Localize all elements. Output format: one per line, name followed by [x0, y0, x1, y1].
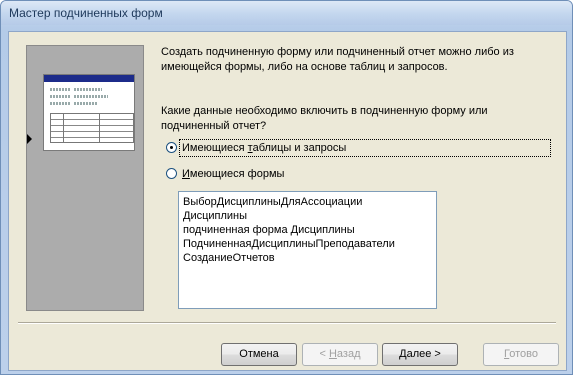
- window-title: Мастер подчиненных форм: [9, 6, 163, 20]
- forms-listbox[interactable]: ВыборДисциплиныДляАссоциации Дисциплины …: [178, 191, 437, 309]
- intro-text-1: Создать подчиненную форму или подчиненны…: [161, 46, 514, 58]
- list-item[interactable]: ПодчиненнаяДисциплиныПреподаватели: [183, 237, 395, 251]
- pointer-arrow-icon: [27, 134, 32, 144]
- wizard-client-area: Создать подчиненную форму или подчиненны…: [8, 31, 567, 371]
- subform-preview-thumbnail: [43, 74, 135, 151]
- separator-line: [18, 322, 556, 324]
- list-item[interactable]: Дисциплины: [183, 209, 247, 223]
- radio-existing-forms[interactable]: [166, 168, 177, 179]
- option-tables-queries-label[interactable]: Имеющиеся таблицы и запросы: [182, 141, 346, 156]
- list-item[interactable]: ВыборДисциплиныДляАссоциации: [183, 195, 362, 209]
- question-text-1: Какие данные необходимо включить в подчи…: [161, 105, 488, 117]
- question-text-2: подчиненный отчет?: [161, 120, 267, 132]
- cancel-button[interactable]: Отмена: [221, 343, 297, 366]
- finish-button[interactable]: Готово: [483, 343, 559, 366]
- list-item[interactable]: подчиненная форма Дисциплины: [183, 223, 355, 237]
- option-existing-forms-label[interactable]: Имеющиеся формы: [182, 167, 284, 182]
- title-bar[interactable]: Мастер подчиненных форм: [1, 1, 572, 25]
- preview-panel: [26, 45, 144, 311]
- wizard-window: Мастер подчиненных форм Создать подчинен…: [0, 0, 573, 375]
- radio-tables-queries[interactable]: [166, 142, 177, 153]
- back-button[interactable]: < Назад: [302, 343, 378, 366]
- list-item[interactable]: СозданиеОтчетов: [183, 251, 275, 265]
- intro-text-2: имеющейся формы, либо на основе таблиц и…: [161, 61, 448, 73]
- next-button[interactable]: Далее >: [382, 343, 458, 366]
